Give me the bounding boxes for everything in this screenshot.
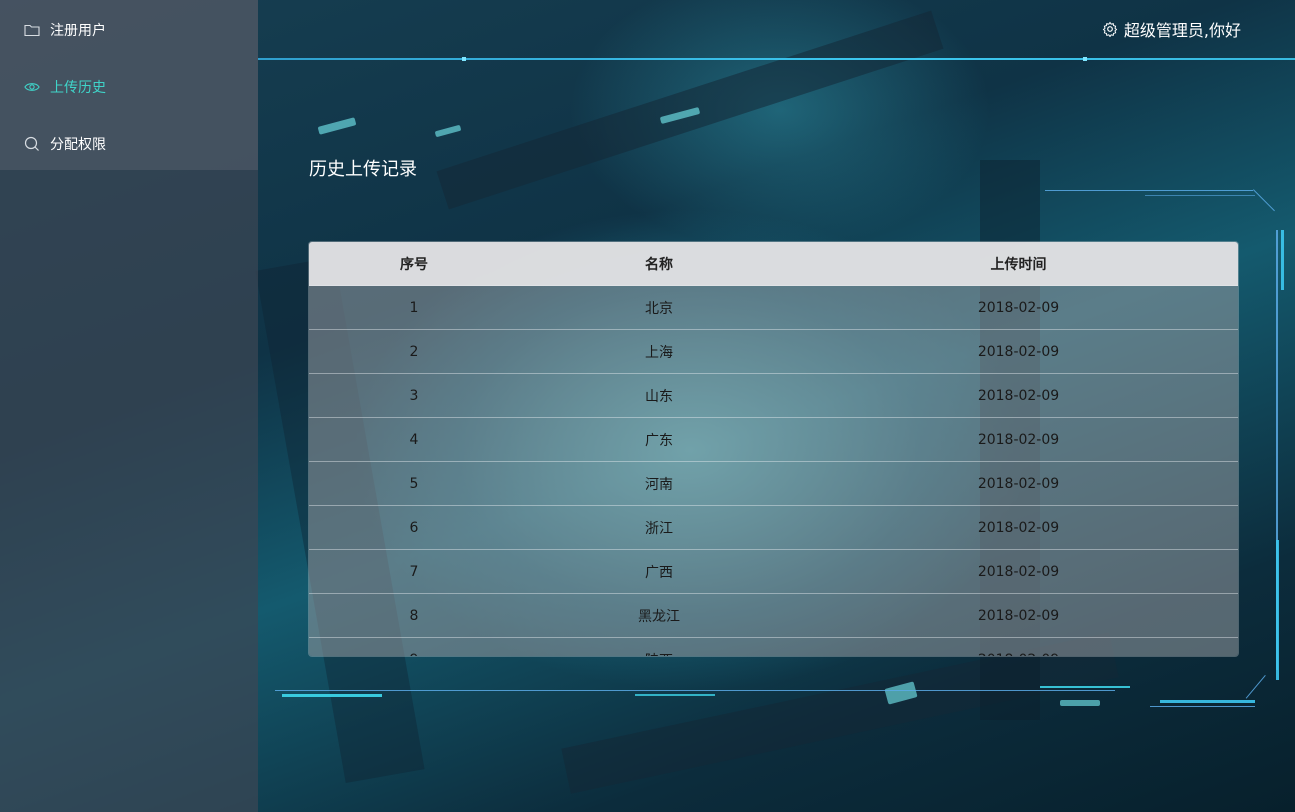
cell-upload-time: 2018-02-09 xyxy=(799,549,1238,594)
cell-upload-time: 2018-02-09 xyxy=(799,505,1238,550)
cell-upload-time: 2018-02-09 xyxy=(799,417,1238,462)
cell-upload-time: 2018-02-09 xyxy=(799,285,1238,330)
sidebar-item-upload-history[interactable]: 上传历史 xyxy=(0,58,258,115)
header-divider-dot xyxy=(1083,57,1087,61)
column-header-upload-time[interactable]: 上传时间 xyxy=(799,242,1238,286)
cell-index: 1 xyxy=(309,285,519,330)
table-row[interactable]: 9 陕西 2018-02-09 xyxy=(309,637,1238,656)
table-row[interactable]: 5 河南 2018-02-09 xyxy=(309,461,1238,506)
upload-history-table: 序号 名称 上传时间 1 北京 2018-02-09 2 上海 2018-02-… xyxy=(309,242,1238,656)
sidebar-item-label: 注册用户 xyxy=(50,22,106,39)
page-title: 历史上传记录 xyxy=(309,159,417,180)
cell-name: 黑龙江 xyxy=(519,593,799,638)
cell-name: 山东 xyxy=(519,373,799,418)
cell-index: 2 xyxy=(309,329,519,374)
cell-index: 8 xyxy=(309,593,519,638)
cell-index: 9 xyxy=(309,637,519,656)
table-row[interactable]: 4 广东 2018-02-09 xyxy=(309,417,1238,462)
cell-name: 北京 xyxy=(519,285,799,330)
gear-icon xyxy=(1102,21,1118,37)
cell-name: 浙江 xyxy=(519,505,799,550)
sidebar-item-register-user[interactable]: 注册用户 xyxy=(0,1,258,58)
cell-name: 上海 xyxy=(519,329,799,374)
sidebar-item-label: 上传历史 xyxy=(50,79,106,96)
user-greeting: 超级管理员,你好 xyxy=(1123,21,1241,40)
cell-upload-time: 2018-02-09 xyxy=(799,637,1238,656)
cell-name: 河南 xyxy=(519,461,799,506)
cell-index: 5 xyxy=(309,461,519,506)
table-row[interactable]: 7 广西 2018-02-09 xyxy=(309,549,1238,594)
column-header-index[interactable]: 序号 xyxy=(309,242,519,286)
eye-icon xyxy=(24,79,40,95)
cell-name: 广东 xyxy=(519,417,799,462)
table-row[interactable]: 1 北京 2018-02-09 xyxy=(309,285,1238,330)
header-divider-dot xyxy=(462,57,466,61)
cell-upload-time: 2018-02-09 xyxy=(799,373,1238,418)
cell-index: 4 xyxy=(309,417,519,462)
user-menu[interactable]: 超级管理员,你好 xyxy=(1102,18,1241,40)
cell-index: 3 xyxy=(309,373,519,418)
table-header-row: 序号 名称 上传时间 xyxy=(309,242,1238,286)
cell-index: 7 xyxy=(309,549,519,594)
sidebar-item-assign-permission[interactable]: 分配权限 xyxy=(0,115,258,172)
folder-icon xyxy=(24,22,40,38)
table-row[interactable]: 8 黑龙江 2018-02-09 xyxy=(309,593,1238,638)
cell-upload-time: 2018-02-09 xyxy=(799,593,1238,638)
cell-name: 陕西 xyxy=(519,637,799,656)
table-row[interactable]: 2 上海 2018-02-09 xyxy=(309,329,1238,374)
cell-name: 广西 xyxy=(519,549,799,594)
cell-upload-time: 2018-02-09 xyxy=(799,329,1238,374)
sidebar: 注册用户 上传历史 分配权限 xyxy=(0,0,258,812)
table-row[interactable]: 3 山东 2018-02-09 xyxy=(309,373,1238,418)
sidebar-menu: 注册用户 上传历史 分配权限 xyxy=(0,0,258,170)
cell-index: 6 xyxy=(309,505,519,550)
cell-upload-time: 2018-02-09 xyxy=(799,461,1238,506)
header-divider xyxy=(258,58,1295,60)
sidebar-item-label: 分配权限 xyxy=(50,136,106,153)
column-header-name[interactable]: 名称 xyxy=(519,242,799,286)
table-row[interactable]: 6 浙江 2018-02-09 xyxy=(309,505,1238,550)
search-icon xyxy=(24,136,40,152)
app-page: 注册用户 上传历史 分配权限 超级管理员,你好 历史上传记录 序号 名称 上传时… xyxy=(0,0,1295,812)
